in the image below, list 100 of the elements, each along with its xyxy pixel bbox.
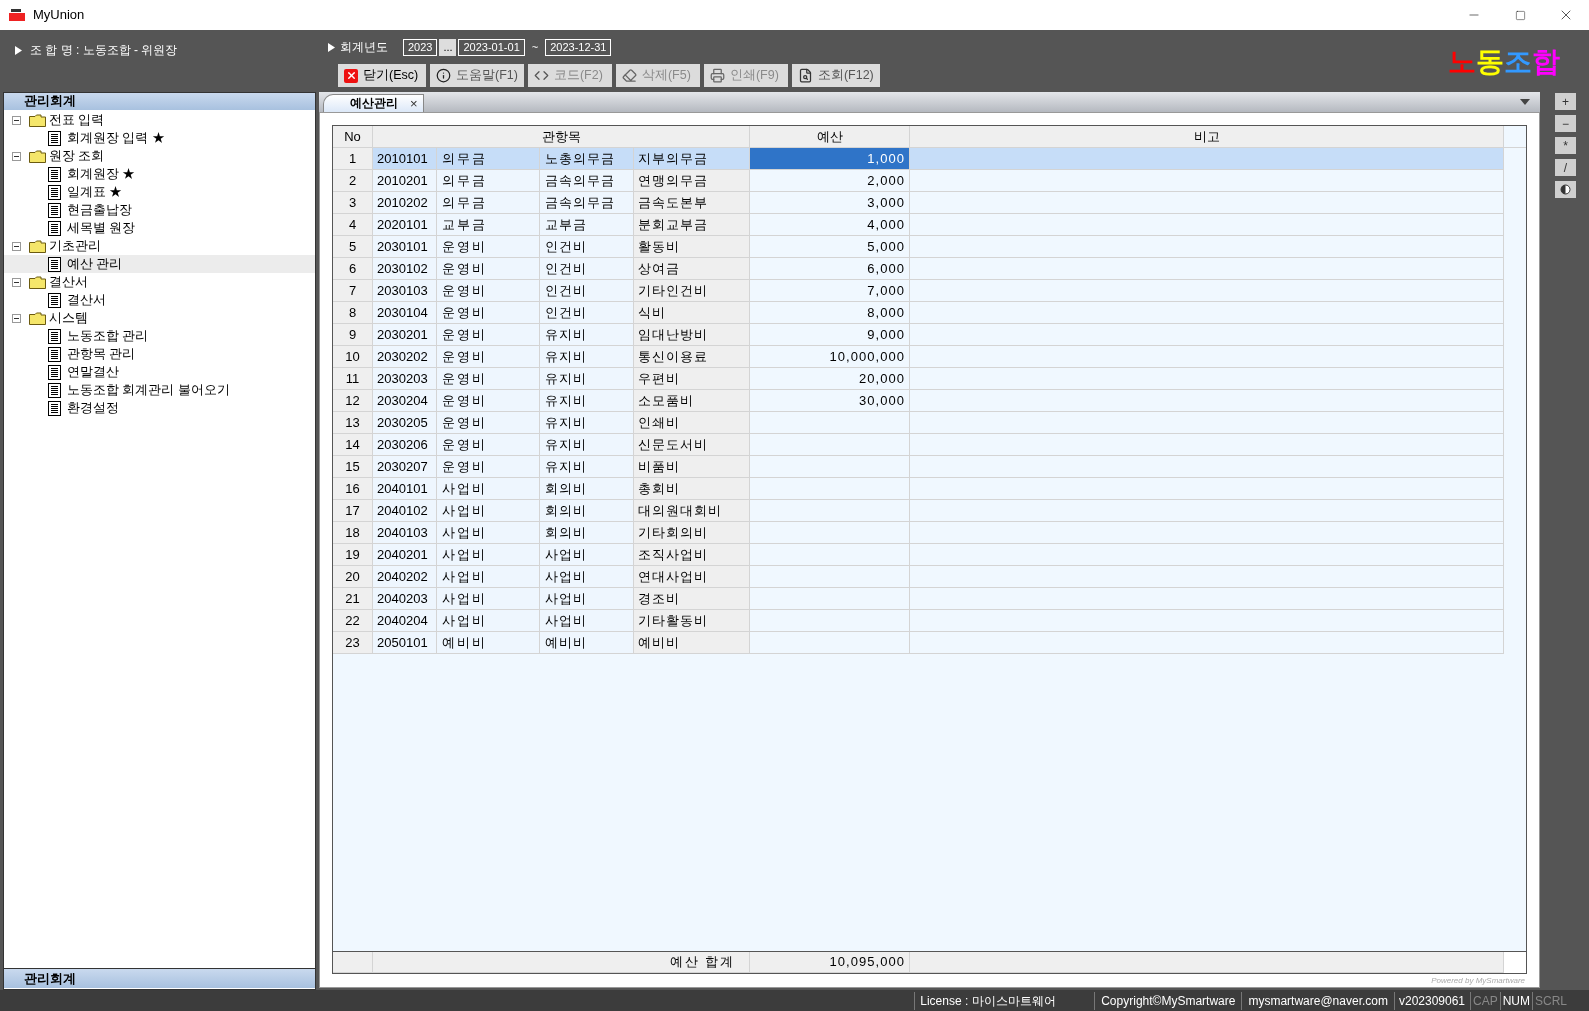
tree-item[interactable]: 관항목 관리 bbox=[4, 345, 315, 363]
table-cell: 7,000 bbox=[750, 280, 910, 302]
collapse-icon[interactable] bbox=[12, 115, 21, 125]
year-field[interactable]: 2023 bbox=[403, 38, 438, 56]
tool-button[interactable]: + bbox=[1555, 93, 1576, 110]
contrast-button[interactable] bbox=[1555, 181, 1576, 198]
document-icon bbox=[48, 328, 61, 344]
row-number: 6 bbox=[333, 258, 373, 280]
table-cell: 2020101 bbox=[373, 214, 437, 236]
dropdown-arrow-icon[interactable] bbox=[1520, 99, 1530, 105]
sidebar-footer[interactable]: 관리회계 bbox=[4, 968, 315, 988]
table-cell: 연맹의무금 bbox=[634, 170, 750, 192]
tree-item[interactable]: 일계표 ★ bbox=[4, 183, 315, 201]
tab-close-button[interactable]: × bbox=[410, 97, 418, 110]
table-cell: 금속의무금 bbox=[540, 192, 634, 214]
table-cell: 회의비 bbox=[540, 478, 634, 500]
folder-icon bbox=[29, 113, 46, 127]
toolbar-button[interactable]: 조회(F12) bbox=[791, 64, 880, 87]
table-cell: 회의비 bbox=[540, 500, 634, 522]
row-number: 2 bbox=[333, 170, 373, 192]
row-number: 5 bbox=[333, 236, 373, 258]
maximize-icon bbox=[1514, 9, 1526, 21]
picker-button[interactable]: ... bbox=[439, 38, 457, 56]
table-cell: 지부의무금 bbox=[634, 148, 750, 170]
table-cell: 운영비 bbox=[437, 368, 540, 390]
tree-item[interactable]: 결산서 bbox=[4, 291, 315, 309]
tree-item[interactable]: 예산 관리 bbox=[4, 255, 315, 273]
tool-button[interactable]: / bbox=[1555, 159, 1576, 176]
table-cell: 인쇄비 bbox=[634, 412, 750, 434]
table-cell: 2040102 bbox=[373, 500, 437, 522]
document-icon bbox=[48, 400, 61, 416]
table-cell: 교부금 bbox=[540, 214, 634, 236]
row-number: 9 bbox=[333, 324, 373, 346]
document-icon bbox=[48, 184, 61, 200]
tree-item[interactable]: 환경설정 bbox=[4, 399, 315, 417]
table-cell: 인건비 bbox=[540, 302, 634, 324]
table-cell: 운영비 bbox=[437, 258, 540, 280]
table-cell: 30,000 bbox=[750, 390, 910, 412]
table-cell: 2050101 bbox=[373, 632, 437, 654]
tree-item[interactable]: 회계원장 입력 ★ bbox=[4, 129, 315, 147]
tree-item[interactable]: 노동조합 관리 bbox=[4, 327, 315, 345]
table-cell: 2030207 bbox=[373, 456, 437, 478]
tab[interactable]: 예산관리 × bbox=[323, 94, 424, 112]
contrast-icon bbox=[1560, 184, 1571, 195]
table-cell: 2030202 bbox=[373, 346, 437, 368]
table-cell: 의무금 bbox=[437, 148, 540, 170]
tree-folder[interactable]: 결산서 bbox=[49, 272, 88, 292]
toolbar-button[interactable]: 닫기(Esc) bbox=[338, 64, 426, 87]
table-cell: 운영비 bbox=[437, 324, 540, 346]
union-logo: 노동조합 bbox=[1448, 48, 1560, 76]
tree-item[interactable]: 연말결산 bbox=[4, 363, 315, 381]
document-icon bbox=[48, 166, 61, 182]
triangle-icon bbox=[328, 42, 335, 52]
collapse-icon[interactable] bbox=[12, 241, 21, 251]
tool-button[interactable]: − bbox=[1555, 115, 1576, 132]
tree-item[interactable]: 회계원장 ★ bbox=[4, 165, 315, 183]
table-cell: 인건비 bbox=[540, 280, 634, 302]
start-date-field[interactable]: 2023-01-01 bbox=[458, 38, 525, 56]
collapse-icon[interactable] bbox=[12, 151, 21, 161]
table-cell: 분회교부금 bbox=[634, 214, 750, 236]
table-cell: 2010202 bbox=[373, 192, 437, 214]
tree-item[interactable]: 세목별 원장 bbox=[4, 219, 315, 237]
table-cell: 사업비 bbox=[437, 478, 540, 500]
table-cell: 노총의무금 bbox=[540, 148, 634, 170]
table-cell: 사업비 bbox=[437, 500, 540, 522]
total-value: 10,095,000 bbox=[750, 952, 910, 973]
table-cell: 활동비 bbox=[634, 236, 750, 258]
collapse-icon[interactable] bbox=[12, 313, 21, 323]
tool-button[interactable]: * bbox=[1555, 137, 1576, 154]
toolbar-button[interactable]: 도움말(F1) bbox=[430, 64, 524, 87]
row-number: 11 bbox=[333, 368, 373, 390]
table-cell: 유지비 bbox=[540, 346, 634, 368]
table-cell: 임대난방비 bbox=[634, 324, 750, 346]
tree-folder[interactable]: 시스템 bbox=[49, 308, 88, 328]
tree-folder[interactable]: 전표 입력 bbox=[49, 110, 105, 130]
table-cell: 2030203 bbox=[373, 368, 437, 390]
tree-folder[interactable]: 원장 조회 bbox=[49, 146, 105, 166]
collapse-icon[interactable] bbox=[12, 277, 21, 287]
end-date-field[interactable]: 2023-12-31 bbox=[545, 38, 612, 56]
table-cell: 2040103 bbox=[373, 522, 437, 544]
key-indicator: CAP bbox=[1469, 991, 1500, 1010]
row-number: 19 bbox=[333, 544, 373, 566]
table-cell: 우편비 bbox=[634, 368, 750, 390]
row-number: 1 bbox=[333, 148, 373, 170]
table-cell: 유지비 bbox=[540, 324, 634, 346]
tree-item[interactable]: 노동조합 회계관리 불어오기 bbox=[4, 381, 315, 399]
table-cell: 사업비 bbox=[437, 544, 540, 566]
table-cell: 비품비 bbox=[634, 456, 750, 478]
table-cell: 사업비 bbox=[437, 522, 540, 544]
document-icon bbox=[48, 202, 61, 218]
code-icon bbox=[533, 68, 549, 83]
email-text: mysmartware@naver.com bbox=[1241, 991, 1394, 1010]
tree-item[interactable]: 현금출납장 bbox=[4, 201, 315, 219]
tree-folder[interactable]: 기초관리 bbox=[49, 236, 101, 256]
table-cell: 2010101 bbox=[373, 148, 437, 170]
table-cell: 2030102 bbox=[373, 258, 437, 280]
row-number: 3 bbox=[333, 192, 373, 214]
table-cell: 유지비 bbox=[540, 456, 634, 478]
sidebar-header: 관리회계 bbox=[4, 93, 315, 110]
document-icon bbox=[48, 382, 61, 398]
